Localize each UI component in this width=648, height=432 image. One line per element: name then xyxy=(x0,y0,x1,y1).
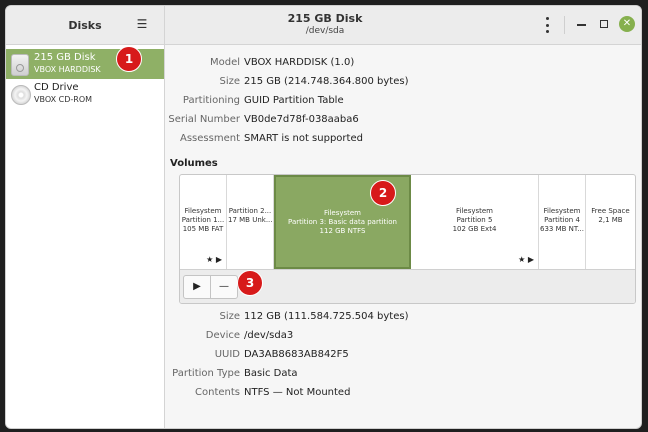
partition-1[interactable]: Filesystem Partition 1... 105 MB FAT ★ ▶ xyxy=(180,175,227,269)
partition-line2: 17 MB Unk... xyxy=(228,216,273,224)
partition-flags: ★ ▶ xyxy=(206,255,222,264)
prop-label: Model xyxy=(209,57,240,68)
partition-line2: Partition 5 xyxy=(456,216,493,224)
partition-line2: Partition 4 xyxy=(544,216,580,224)
partition-line1: Free Space xyxy=(591,207,630,215)
disk-item-model: VBOX HARDDISK xyxy=(34,65,101,74)
disk-menu-icon[interactable] xyxy=(541,17,553,33)
partition-strip: Filesystem Partition 1... 105 MB FAT ★ ▶… xyxy=(180,175,635,269)
close-icon[interactable]: ✕ xyxy=(619,16,635,32)
disk-item-name: CD Drive xyxy=(34,82,79,93)
partition-line1: Filesystem xyxy=(184,207,222,215)
mount-button[interactable]: ▶ xyxy=(183,275,211,299)
partition-line1: Filesystem xyxy=(543,207,581,215)
partition-line2: Partition 1... xyxy=(181,216,225,224)
disk-item-name: 215 GB Disk xyxy=(34,52,96,63)
partition-line1: Filesystem xyxy=(323,209,362,217)
partition-label: Filesystem Partition 3: Basic data parti… xyxy=(276,209,409,236)
prop-label: Device xyxy=(205,330,240,341)
delete-partition-button[interactable]: — xyxy=(210,275,238,299)
cd-drive-icon xyxy=(11,85,31,105)
disk-title-block: 215 GB Disk /dev/sda xyxy=(165,12,485,36)
prop-value: /dev/sda3 xyxy=(244,330,294,341)
prop-value: 215 GB (214.748.364.800 bytes) xyxy=(244,76,409,87)
maximize-icon[interactable] xyxy=(600,20,608,28)
disk-item-cd[interactable]: CD Drive VBOX CD-ROM xyxy=(6,79,164,109)
header-separator xyxy=(564,16,565,34)
prop-label: Partition Type xyxy=(172,368,240,379)
disks-window: Disks ☰ 215 GB Disk /dev/sda ✕ 215 GB Di… xyxy=(5,5,642,429)
partition-line1: Partition 2... xyxy=(228,207,272,215)
partition-flags: ★ ▶ xyxy=(518,255,534,264)
disk-title: 215 GB Disk xyxy=(287,12,363,25)
partition-label: Free Space 2,1 MB xyxy=(586,207,635,225)
partition-line3: 633 MB NT... xyxy=(540,225,585,233)
free-space[interactable]: Free Space 2,1 MB xyxy=(586,175,635,269)
volumes-heading: Volumes xyxy=(170,158,218,169)
annotation-badge-2: 2 xyxy=(370,180,396,206)
prop-value: DA3AB8683AB842F5 xyxy=(244,349,349,360)
partition-2[interactable]: Partition 2... 17 MB Unk... xyxy=(227,175,274,269)
disk-device-path: /dev/sda xyxy=(305,26,345,36)
partition-line2: 2,1 MB xyxy=(598,216,623,224)
prop-label: Partitioning xyxy=(182,95,240,106)
partition-label: Filesystem Partition 4 633 MB NT... xyxy=(539,207,585,234)
minimize-icon[interactable] xyxy=(577,24,586,26)
prop-label: Size xyxy=(219,311,240,322)
hamburger-menu-icon[interactable]: ☰ xyxy=(136,18,148,30)
prop-value: GUID Partition Table xyxy=(244,95,344,106)
annotation-badge-3: 3 xyxy=(237,270,263,296)
prop-value: VB0de7d78f-038aaba6 xyxy=(244,114,359,125)
partition-label: Filesystem Partition 1... 105 MB FAT xyxy=(180,207,226,234)
prop-label: Contents xyxy=(195,387,240,398)
prop-label: Assessment xyxy=(180,133,240,144)
annotation-badge-1: 1 xyxy=(116,46,142,72)
disk-list-sidebar: 215 GB Disk VBOX HARDDISK CD Drive VBOX … xyxy=(6,45,165,428)
partition-line3: 112 GB NTFS xyxy=(319,227,366,235)
prop-label: Size xyxy=(219,76,240,87)
prop-label: UUID xyxy=(214,349,240,360)
hard-disk-icon xyxy=(11,54,29,76)
partition-line1: Filesystem xyxy=(455,207,494,215)
partition-line2: Partition 3: Basic data partition xyxy=(288,218,397,226)
prop-value: SMART is not supported xyxy=(244,133,363,144)
disk-item-model: VBOX CD-ROM xyxy=(34,95,93,104)
partition-line3: 105 MB FAT xyxy=(182,225,224,233)
header-bar: Disks ☰ 215 GB Disk /dev/sda ✕ xyxy=(6,6,641,45)
partition-4[interactable]: Filesystem Partition 4 633 MB NT... xyxy=(539,175,586,269)
prop-value: NTFS — Not Mounted xyxy=(244,387,351,398)
disk-details-panel: Model VBOX HARDDISK (1.0) Size 215 GB (2… xyxy=(165,45,641,428)
partition-label: Partition 2... 17 MB Unk... xyxy=(227,207,273,225)
prop-value: Basic Data xyxy=(244,368,298,379)
prop-value: VBOX HARDDISK (1.0) xyxy=(244,57,355,68)
partition-label: Filesystem Partition 5 102 GB Ext4 xyxy=(411,207,538,234)
partition-5[interactable]: Filesystem Partition 5 102 GB Ext4 ★ ▶ xyxy=(411,175,539,269)
prop-label: Serial Number xyxy=(168,114,240,125)
partition-line3: 102 GB Ext4 xyxy=(452,225,497,233)
prop-value: 112 GB (111.584.725.504 bytes) xyxy=(244,311,409,322)
